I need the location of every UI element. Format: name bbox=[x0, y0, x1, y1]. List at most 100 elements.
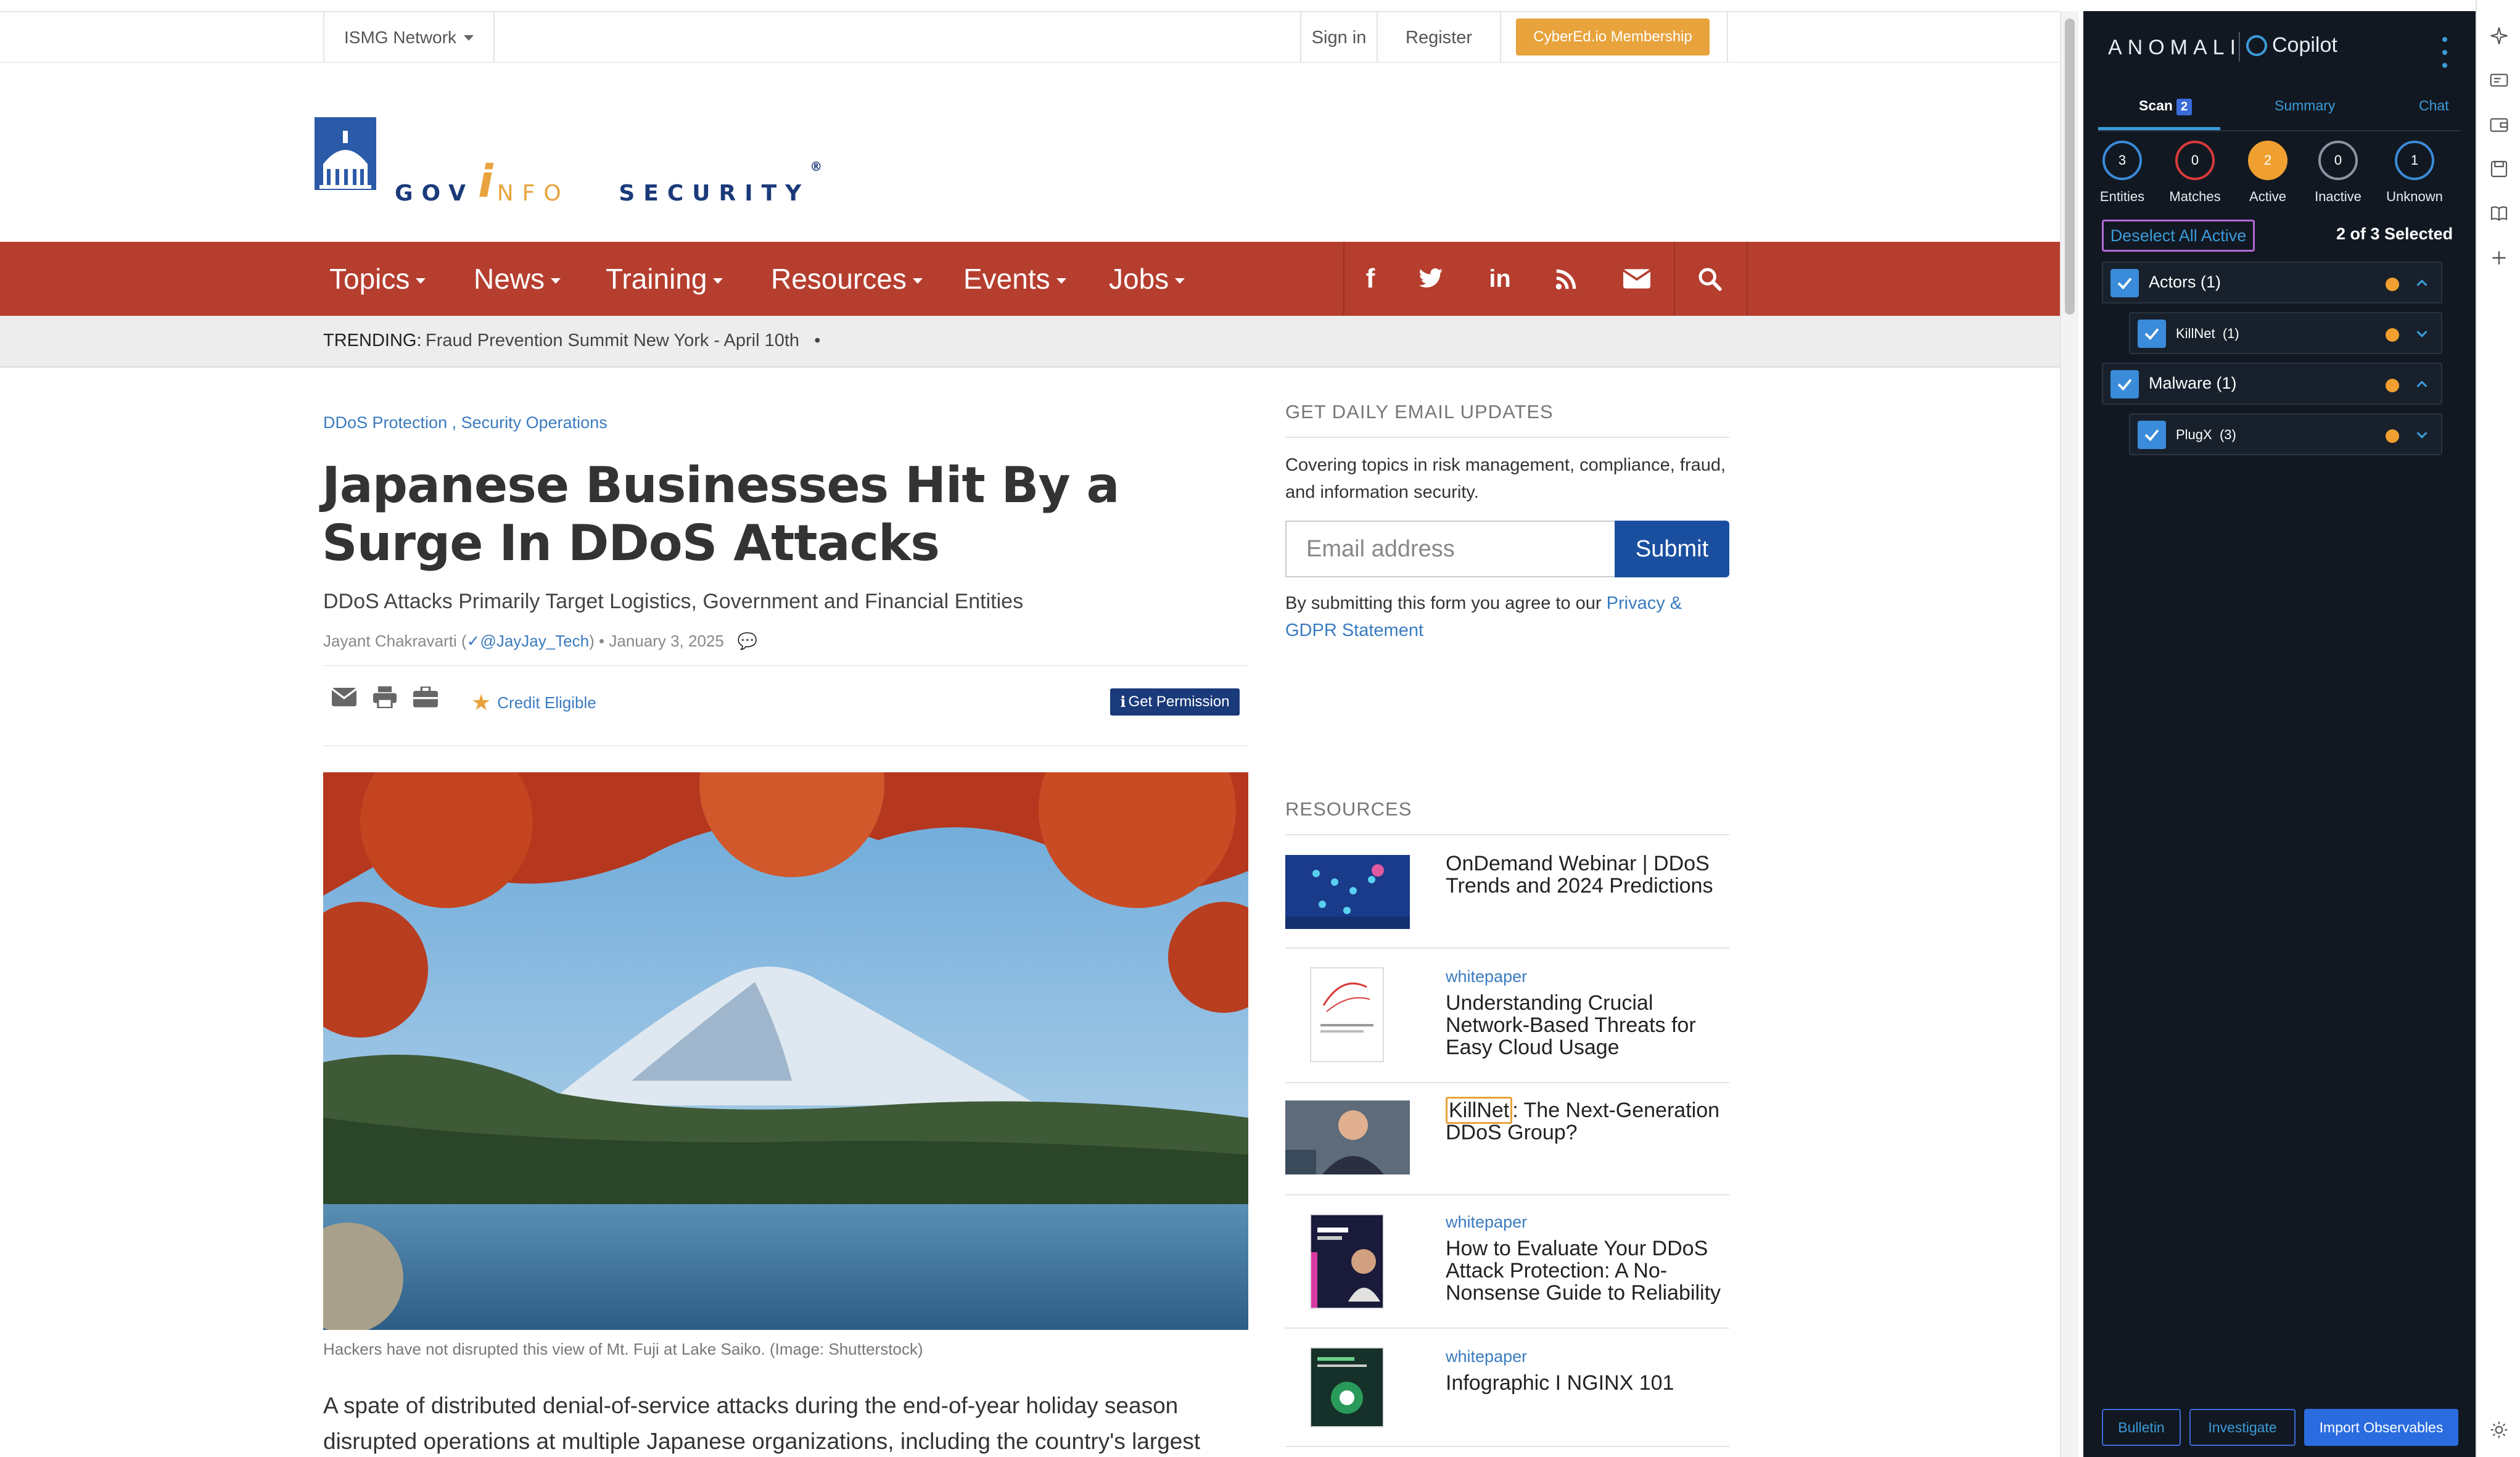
status-dot bbox=[2386, 429, 2399, 443]
search-icon[interactable] bbox=[1678, 242, 1742, 316]
chevron-up-icon[interactable] bbox=[2413, 274, 2431, 292]
chevron-down-icon bbox=[713, 278, 723, 284]
nav-news[interactable]: News bbox=[474, 242, 561, 316]
resource-tag: whitepaper bbox=[1446, 1347, 1528, 1366]
divider bbox=[323, 745, 1248, 746]
facebook-icon[interactable]: f bbox=[1338, 242, 1402, 316]
gdpr-notice: By submitting this form you agree to our… bbox=[1285, 593, 1682, 640]
web-page: ISMG Network Sign in Register CyberEd.io… bbox=[0, 0, 2060, 1457]
nav-divider bbox=[1674, 242, 1675, 316]
register-link[interactable]: Register bbox=[1377, 12, 1501, 63]
ismg-network-dropdown[interactable]: ISMG Network bbox=[323, 12, 495, 63]
book-icon[interactable] bbox=[2489, 204, 2509, 223]
email-input[interactable]: Email address bbox=[1285, 521, 1616, 577]
status-dot bbox=[2386, 379, 2399, 392]
nav-topics[interactable]: Topics bbox=[329, 242, 426, 316]
divider bbox=[1285, 947, 1729, 949]
scrollbar-thumb[interactable] bbox=[2065, 19, 2075, 315]
resource-thumbnail[interactable] bbox=[1285, 1100, 1410, 1174]
resource-tag: whitepaper bbox=[1446, 1213, 1528, 1231]
resource-thumbnail[interactable] bbox=[1310, 1214, 1384, 1309]
linkedin-icon[interactable]: in bbox=[1468, 242, 1532, 316]
category-ddos[interactable]: DDoS Protection bbox=[323, 413, 447, 432]
category-secops[interactable]: Security Operations bbox=[461, 413, 607, 432]
resource-title[interactable]: How to Evaluate Your DDoS Attack Protect… bbox=[1446, 1237, 1736, 1304]
entity-label: PlugX (3) bbox=[2176, 427, 2236, 442]
entity-row-plugx[interactable]: PlugX (3) bbox=[2129, 413, 2442, 455]
membership-button[interactable]: CyberEd.io Membership bbox=[1516, 19, 1710, 56]
credit-eligible-link[interactable]: ★ Credit Eligible bbox=[471, 690, 596, 716]
article-body: A spate of distributed denial-of-service… bbox=[323, 1393, 1201, 1454]
divider bbox=[1285, 834, 1729, 835]
resource-title[interactable]: KillNet: The Next-Generation DDoS Group? bbox=[1446, 1097, 1736, 1144]
more-options-icon[interactable] bbox=[2439, 37, 2451, 68]
stat-entities[interactable]: 3 Entities bbox=[2088, 141, 2156, 205]
tab-summary[interactable]: Summary bbox=[2275, 97, 2335, 114]
divider bbox=[1285, 1446, 1729, 1447]
resource-thumbnail[interactable] bbox=[1310, 1347, 1384, 1427]
stat-unknown[interactable]: 1 Unknown bbox=[2381, 141, 2448, 205]
wallet-icon[interactable] bbox=[2489, 115, 2509, 134]
resource-title[interactable]: Understanding Crucial Network-Based Thre… bbox=[1446, 992, 1736, 1059]
chevron-down-icon bbox=[912, 278, 923, 284]
nav-resources[interactable]: Resources bbox=[771, 242, 923, 316]
malware-checkbox[interactable] bbox=[2110, 370, 2139, 398]
stat-active[interactable]: 2 Active bbox=[2234, 141, 2302, 205]
trending-bar bbox=[0, 316, 2060, 368]
briefcase-icon[interactable] bbox=[412, 683, 439, 711]
chevron-down-icon bbox=[416, 278, 426, 284]
killnet-checkbox[interactable] bbox=[2138, 320, 2166, 348]
tab-chat[interactable]: Chat bbox=[2419, 97, 2449, 114]
get-permission-button[interactable]: ℹ Get Permission bbox=[1110, 688, 1240, 716]
plugx-checkbox[interactable] bbox=[2138, 421, 2166, 449]
email-updates-heading: GET DAILY EMAIL UPDATES bbox=[1285, 401, 1554, 423]
chevron-down-icon bbox=[464, 35, 474, 41]
resource-tag: whitepaper bbox=[1446, 967, 1528, 986]
chevron-up-icon[interactable] bbox=[2413, 375, 2431, 394]
mail-icon[interactable] bbox=[1605, 242, 1669, 316]
sparkle-icon[interactable] bbox=[2489, 26, 2509, 46]
import-observables-button[interactable]: Import Observables bbox=[2304, 1409, 2458, 1446]
nav-training[interactable]: Training bbox=[606, 242, 723, 316]
resource-title[interactable]: OnDemand Webinar | DDoS Trends and 2024 … bbox=[1446, 852, 1736, 897]
print-icon[interactable] bbox=[371, 683, 398, 711]
bulletin-button[interactable]: Bulletin bbox=[2102, 1409, 2181, 1446]
submit-button[interactable]: Submit bbox=[1615, 521, 1729, 577]
group-row-actors[interactable]: Actors (1) bbox=[2102, 262, 2442, 303]
email-share-icon[interactable] bbox=[331, 683, 358, 711]
investigate-button[interactable]: Investigate bbox=[2189, 1409, 2296, 1446]
save-icon[interactable] bbox=[2489, 159, 2509, 179]
site-logo[interactable]: GOVi NFO SECURITY® bbox=[315, 117, 822, 207]
entity-label: KillNet (1) bbox=[2176, 326, 2239, 341]
stat-matches[interactable]: 0 Matches bbox=[2161, 141, 2229, 205]
reader-icon[interactable] bbox=[2489, 70, 2509, 90]
settings-gear-icon[interactable] bbox=[2489, 1420, 2509, 1440]
logo-wordmark: GOVi NFO SECURITY® bbox=[395, 155, 823, 207]
chevron-down-icon[interactable] bbox=[2413, 324, 2431, 343]
entity-row-killnet[interactable]: KillNet (1) bbox=[2129, 312, 2442, 354]
twitter-icon[interactable] bbox=[1399, 242, 1463, 316]
article-hero-image bbox=[323, 772, 1248, 1330]
comment-icon[interactable]: 💬 bbox=[738, 632, 757, 650]
tab-scan[interactable]: Scan 2 bbox=[2139, 97, 2193, 115]
sign-in-link[interactable]: Sign in bbox=[1300, 12, 1377, 63]
actors-checkbox[interactable] bbox=[2110, 269, 2139, 297]
resource-title[interactable]: Infographic I NGINX 101 bbox=[1446, 1372, 1736, 1394]
chevron-down-icon bbox=[1056, 278, 1066, 284]
killnet-highlight[interactable]: KillNet bbox=[1446, 1097, 1513, 1124]
trending-link[interactable]: Fraud Prevention Summit New York - April… bbox=[426, 331, 820, 351]
nav-jobs[interactable]: Jobs bbox=[1109, 242, 1185, 316]
resource-thumbnail[interactable] bbox=[1310, 967, 1384, 1062]
add-icon[interactable] bbox=[2489, 248, 2509, 268]
author-twitter-link[interactable]: ✓@JayJay_Tech bbox=[467, 632, 590, 650]
divider bbox=[1285, 437, 1729, 438]
scan-count-badge: 2 bbox=[2176, 99, 2193, 115]
stat-inactive[interactable]: 0 Inactive bbox=[2304, 141, 2372, 205]
chevron-down-icon[interactable] bbox=[2413, 426, 2431, 444]
group-label: Actors (1) bbox=[2149, 273, 2221, 291]
resource-thumbnail[interactable] bbox=[1285, 855, 1410, 929]
rss-icon[interactable] bbox=[1534, 242, 1599, 316]
deselect-all-active-button[interactable]: Deselect All Active bbox=[2102, 220, 2255, 252]
group-row-malware[interactable]: Malware (1) bbox=[2102, 363, 2442, 405]
nav-events[interactable]: Events bbox=[963, 242, 1066, 316]
